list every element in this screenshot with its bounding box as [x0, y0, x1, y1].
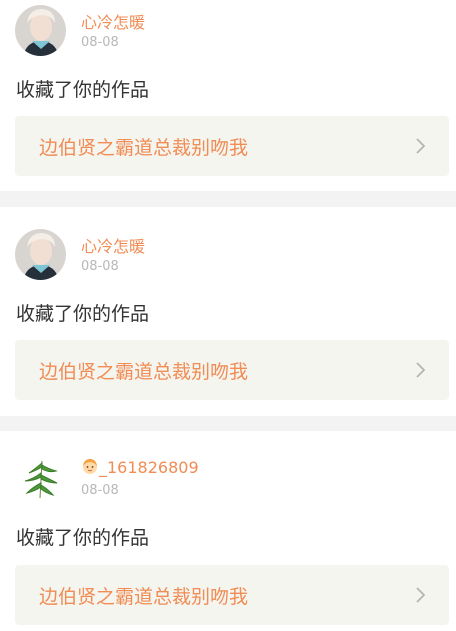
avatar-leaf-icon[interactable] — [15, 453, 66, 504]
work-title: 边伯贤之霸道总裁别吻我 — [39, 586, 249, 608]
notification-list: 心冷怎暖 08-08 收藏了你的作品 边伯贤之霸道总裁别吻我 心冷怎暖 08-0… — [0, 0, 456, 631]
child-emoji-icon — [83, 459, 97, 474]
work-title: 边伯贤之霸道总裁别吻我 — [39, 361, 249, 383]
work-title: 边伯贤之霸道总裁别吻我 — [39, 137, 249, 159]
username-text: _161826809 — [99, 458, 199, 477]
notification-item: 心冷怎暖 08-08 收藏了你的作品 边伯贤之霸道总裁别吻我 — [0, 0, 456, 191]
separator — [0, 416, 456, 431]
username[interactable]: _161826809 — [81, 457, 199, 477]
notification-item: _161826809 08-08 收藏了你的作品 边伯贤之霸道总裁别吻我 — [0, 431, 456, 631]
notification-item: 心冷怎暖 08-08 收藏了你的作品 边伯贤之霸道总裁别吻我 — [0, 207, 456, 416]
avatar-person-icon[interactable] — [15, 229, 66, 280]
timestamp: 08-08 — [81, 35, 119, 50]
work-link[interactable]: 边伯贤之霸道总裁别吻我 — [15, 116, 449, 176]
work-link[interactable]: 边伯贤之霸道总裁别吻我 — [15, 565, 449, 625]
timestamp: 08-08 — [81, 483, 119, 498]
work-link[interactable]: 边伯贤之霸道总裁别吻我 — [15, 340, 449, 400]
action-text: 收藏了你的作品 — [16, 527, 150, 549]
avatar-person-icon[interactable] — [15, 5, 66, 56]
chevron-right-icon — [416, 362, 426, 378]
separator — [0, 191, 456, 207]
chevron-right-icon — [416, 138, 426, 154]
username[interactable]: 心冷怎暖 — [81, 233, 145, 257]
action-text: 收藏了你的作品 — [16, 79, 150, 101]
username[interactable]: 心冷怎暖 — [81, 9, 145, 33]
chevron-right-icon — [416, 587, 426, 603]
timestamp: 08-08 — [81, 259, 119, 274]
action-text: 收藏了你的作品 — [16, 303, 150, 325]
